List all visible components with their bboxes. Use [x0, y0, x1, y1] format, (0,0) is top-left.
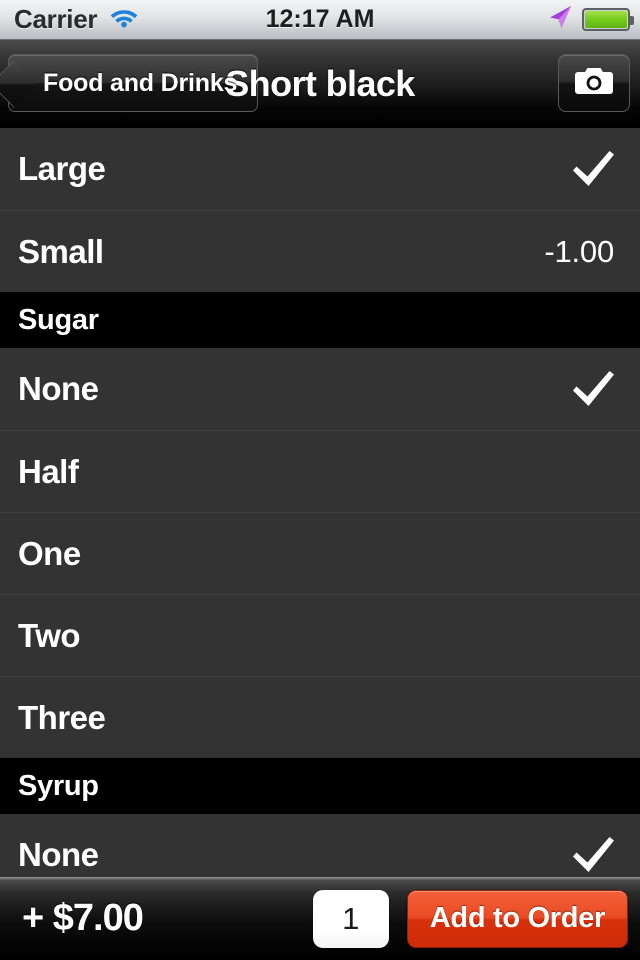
section-header: Syrup: [0, 758, 640, 814]
list-item-label: None: [18, 370, 99, 407]
camera-icon: [574, 66, 614, 101]
checkmark-icon: [570, 835, 616, 875]
list-item-label: None: [18, 836, 99, 873]
location-arrow-icon: [547, 4, 573, 35]
quantity-input[interactable]: 1: [312, 889, 389, 948]
status-bar: Carrier 12:17 AM: [0, 0, 640, 40]
list-item-label: Two: [18, 616, 81, 654]
checkmark-icon: [570, 149, 616, 189]
list-item-label: Large: [18, 150, 106, 187]
checkmark-icon: [573, 837, 614, 872]
back-button-label: Food and Drinks: [43, 68, 238, 97]
back-button[interactable]: Food and Drinks: [8, 54, 259, 112]
checkmark-icon: [570, 369, 616, 409]
add-to-order-label: Add to Order: [429, 902, 606, 934]
options-list[interactable]: Large Small -1.00 Sugar None Half One Two Three S…: [0, 128, 640, 877]
list-item[interactable]: Large: [0, 128, 640, 210]
list-item[interactable]: One: [0, 512, 640, 594]
list-item[interactable]: Half: [0, 430, 640, 512]
camera-button[interactable]: [558, 54, 630, 112]
list-item-price: -1.00: [544, 233, 614, 269]
list-item[interactable]: Two: [0, 594, 640, 676]
battery-full-icon: [582, 8, 634, 31]
list-item[interactable]: None: [0, 814, 640, 877]
list-item-label: Half: [18, 452, 79, 490]
price-total-label: + $7.00: [22, 897, 144, 939]
list-item[interactable]: Three: [0, 676, 640, 758]
list-item[interactable]: Small -1.00: [0, 210, 640, 292]
checkmark-icon: [573, 151, 614, 186]
section-header-label: Syrup: [18, 769, 99, 802]
status-bar-right: [547, 4, 634, 35]
list-item-label: Three: [18, 698, 106, 736]
bottom-toolbar: + $7.00 1 Add to Order: [0, 877, 640, 960]
list-item[interactable]: None: [0, 348, 640, 430]
list-item-label: One: [18, 534, 81, 572]
section-header: Sugar: [0, 292, 640, 348]
add-to-order-button[interactable]: Add to Order: [406, 889, 628, 948]
navigation-bar: Food and Drinks Short black: [0, 40, 640, 128]
section-header-label: Sugar: [18, 303, 99, 336]
checkmark-icon: [573, 371, 614, 406]
list-item-label: Small: [18, 232, 104, 270]
app-screen: Carrier 12:17 AM Food and Drinks Short b…: [0, 0, 640, 960]
status-bar-clock: 12:17 AM: [265, 5, 375, 33]
